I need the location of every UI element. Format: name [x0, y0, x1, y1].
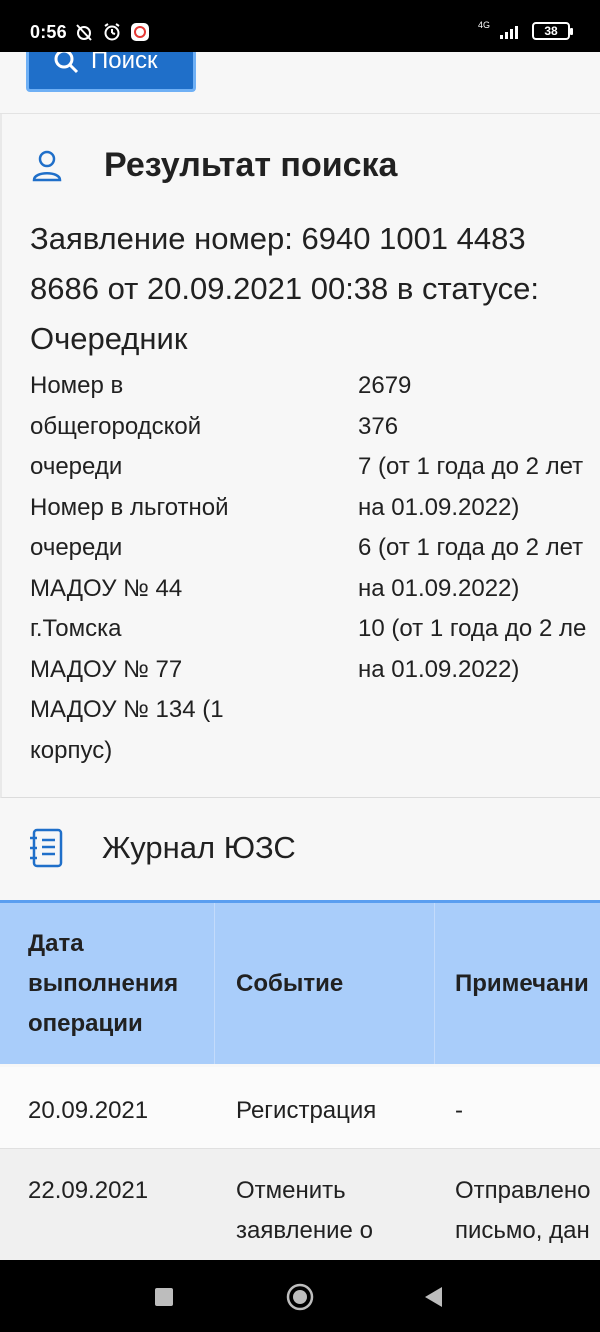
column-header-date-line: выполнения: [28, 969, 179, 997]
search-result-card: Результат поиска Заявление номер: 6940 1…: [0, 114, 600, 798]
cell-note: -: [455, 1091, 600, 1131]
alarm-off-icon: [76, 24, 92, 41]
status-system-icons: 4G 38: [477, 20, 573, 40]
queue-label-line: очереди: [30, 534, 123, 561]
cell-note-line: Отправлено: [455, 1177, 591, 1204]
journal-section: Журнал ЮЗС Дата выполнения операции Собы…: [0, 798, 600, 1269]
column-header-note[interactable]: Примечани: [455, 903, 600, 1064]
cell-note-line: -: [455, 1097, 463, 1124]
signal-strength-icon: [500, 26, 518, 39]
column-divider: [214, 903, 215, 1064]
cell-note: Отправлено письмо, дан: [455, 1171, 600, 1251]
battery-level: 38: [544, 24, 558, 38]
status-bar: 0:56 4G 38: [0, 0, 600, 52]
back-icon[interactable]: [424, 1286, 444, 1308]
table-row: 20.09.2021 Регистрация -: [0, 1067, 600, 1149]
table-header: Дата выполнения операции Событие Примеча…: [0, 900, 600, 1064]
table-row: 22.09.2021 Отменить заявление о Отправле…: [0, 1149, 600, 1269]
journal-header: Журнал ЮЗС: [28, 828, 296, 868]
journal-title: Журнал ЮЗС: [102, 830, 296, 865]
queue-value-line: на 01.09.2022): [358, 493, 520, 521]
search-button[interactable]: Поиск: [26, 52, 196, 92]
queue-label-line: МАДОУ № 44: [30, 574, 183, 602]
queue-label-line: Номер в: [30, 372, 124, 399]
queue-labels: Номер в общегородской очереди Номер в ль…: [30, 366, 340, 771]
alarm-clock-icon: [104, 23, 120, 41]
cell-event-line: Регистрация: [236, 1097, 377, 1124]
user-icon: [32, 150, 62, 181]
journal-list-icon: [30, 828, 63, 868]
search-form-strip: Поиск: [0, 52, 600, 114]
queue-value-line: на 01.09.2022): [358, 574, 520, 602]
recents-icon[interactable]: [155, 1288, 173, 1306]
column-header-date-line: Дата: [28, 929, 84, 957]
navigation-bar: [0, 1260, 600, 1332]
column-divider: [434, 903, 435, 1064]
queue-value-line: 6 (от 1 года до 2 лет: [358, 534, 584, 561]
status-time: 0:56: [30, 22, 67, 42]
network-type-label: 4G: [477, 20, 490, 30]
application-info: Заявление номер: 6940 1001 4483 8686 от …: [30, 214, 600, 364]
queue-label-line: очереди: [30, 453, 123, 480]
queue-label-line: г.Томска: [30, 615, 122, 642]
column-header-date-line: операции: [28, 1009, 143, 1037]
queue-value-line: 376: [358, 412, 399, 440]
cell-note-line: письмо, дан: [455, 1217, 590, 1244]
queue-label-line: МАДОУ № 77: [30, 655, 183, 683]
app-notification-icon: [131, 23, 149, 41]
search-icon: [54, 52, 79, 73]
result-header: Результат поиска: [32, 146, 397, 185]
journal-table: Дата выполнения операции Событие Примеча…: [0, 900, 600, 1269]
queue-label-line: МАДОУ № 134 (1: [30, 696, 224, 723]
queue-label-line: корпус): [30, 736, 113, 764]
cell-date: 20.09.2021: [28, 1097, 149, 1124]
queue-label-line: общегородской: [30, 412, 202, 440]
cell-event: Регистрация: [236, 1091, 446, 1131]
application-line-1: Заявление номер: 6940 1001 4483: [30, 221, 526, 256]
cell-event-line: заявление о: [236, 1217, 373, 1244]
queue-value-line: 2679: [358, 372, 412, 399]
battery-icon: 38: [532, 22, 573, 40]
result-title: Результат поиска: [104, 146, 398, 184]
queue-label-line: Номер в льготной: [30, 493, 229, 521]
queue-value-line: 10 (от 1 года до 2 ле: [358, 615, 587, 642]
search-button-label: Поиск: [91, 52, 158, 74]
queue-values: 2679 376 7 (от 1 года до 2 лет на 01.09.…: [358, 366, 600, 690]
application-line-2: 8686 от 20.09.2021 00:38 в статусе:: [30, 271, 539, 306]
cell-event: Отменить заявление о: [236, 1171, 446, 1251]
status-notification-icons: [74, 22, 150, 42]
home-icon[interactable]: [286, 1283, 314, 1311]
queue-value-line: 7 (от 1 года до 2 лет: [358, 453, 584, 480]
column-header-event[interactable]: Событие: [236, 903, 436, 1064]
column-header-date[interactable]: Дата выполнения операции: [28, 903, 208, 1064]
cell-event-line: Отменить: [236, 1177, 346, 1204]
cell-date: 22.09.2021: [28, 1177, 149, 1204]
application-status: Очередник: [30, 321, 188, 356]
queue-value-line: на 01.09.2022): [358, 655, 520, 683]
